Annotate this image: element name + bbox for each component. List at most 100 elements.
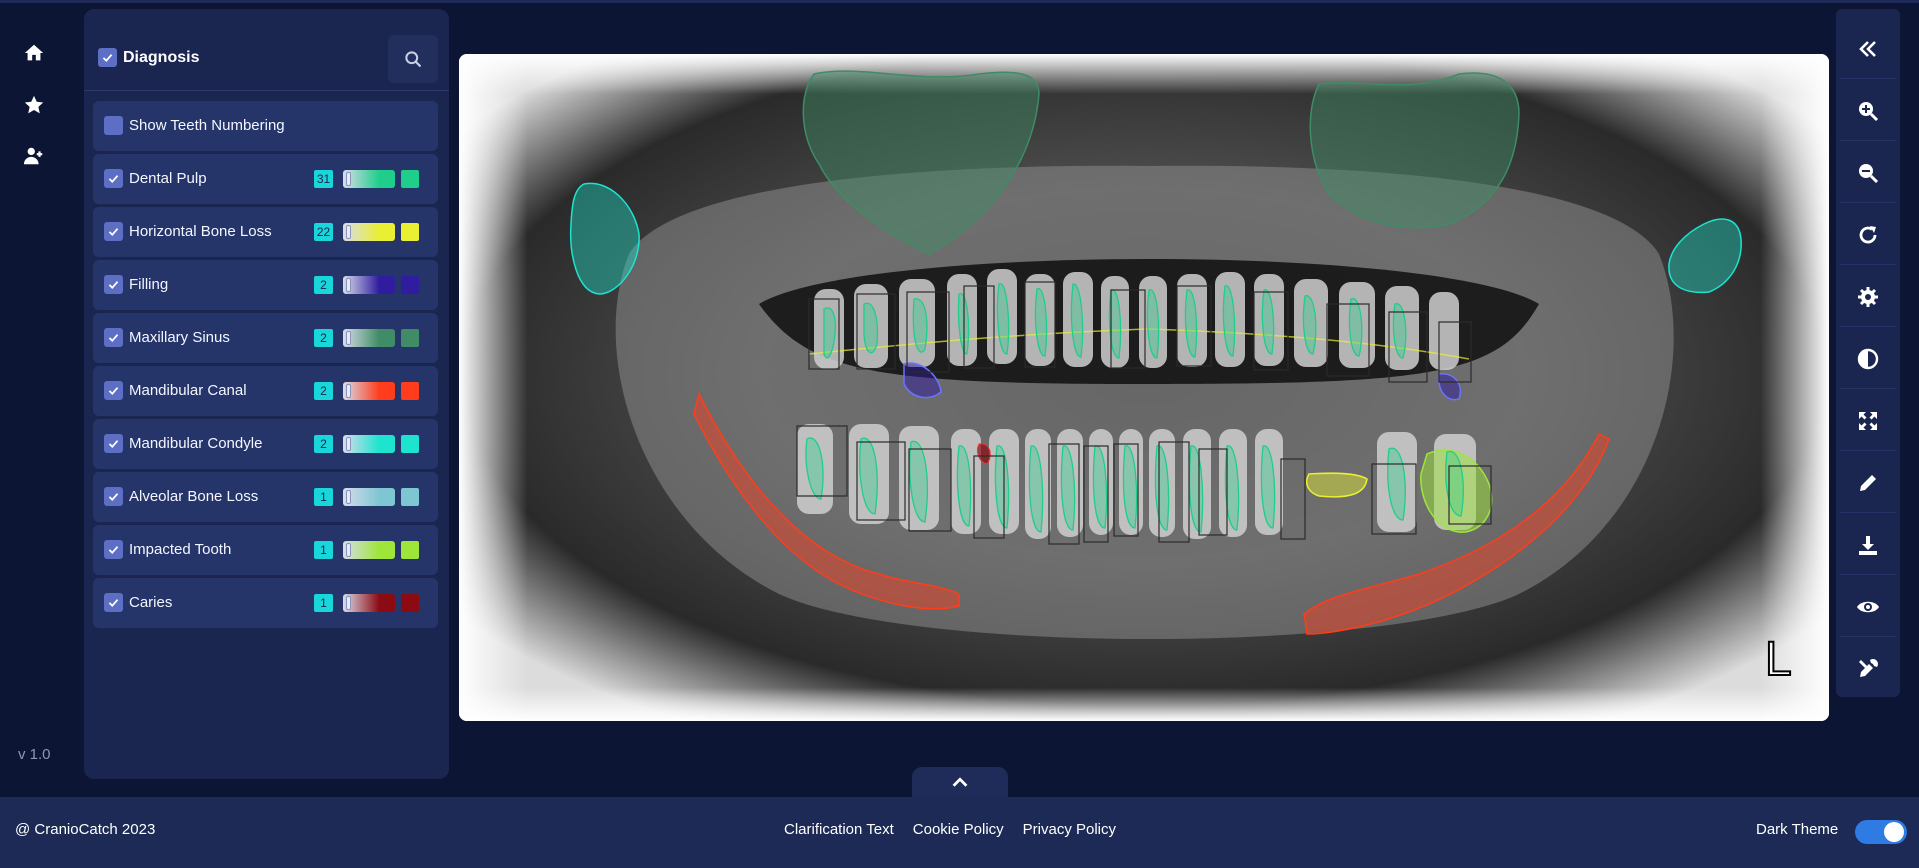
opacity-slider[interactable] bbox=[343, 541, 395, 559]
diagnosis-row-impacted-tooth[interactable]: Impacted Tooth 1 bbox=[93, 525, 438, 575]
opacity-slider[interactable] bbox=[343, 329, 395, 347]
diagnosis-checkbox[interactable] bbox=[104, 328, 123, 347]
color-swatch[interactable] bbox=[401, 276, 419, 294]
opacity-slider[interactable] bbox=[343, 276, 395, 294]
contrast-button[interactable] bbox=[1840, 329, 1896, 389]
color-swatch[interactable] bbox=[401, 541, 419, 559]
diagnosis-checkbox[interactable] bbox=[104, 169, 123, 188]
contrast-icon bbox=[1857, 348, 1879, 369]
diagnosis-checkbox[interactable] bbox=[104, 540, 123, 559]
opacity-slider[interactable] bbox=[343, 488, 395, 506]
check-icon bbox=[108, 281, 119, 290]
fit-screen-button[interactable] bbox=[1840, 391, 1896, 451]
zoom-out-button[interactable] bbox=[1840, 143, 1896, 203]
diagnosis-row-mandibular-condyle[interactable]: Mandibular Condyle 2 bbox=[93, 419, 438, 469]
diagnosis-checkbox[interactable] bbox=[104, 222, 123, 241]
edit-button[interactable] bbox=[1840, 453, 1896, 513]
opacity-slider[interactable] bbox=[343, 435, 395, 453]
version-label: v 1.0 bbox=[18, 746, 51, 763]
color-swatch[interactable] bbox=[401, 382, 419, 400]
opacity-slider[interactable] bbox=[343, 382, 395, 400]
diagnosis-row-dental-pulp[interactable]: Dental Pulp 31 bbox=[93, 154, 438, 204]
finding-count-badge: 2 bbox=[314, 382, 333, 400]
diagnosis-label: Alveolar Bone Loss bbox=[129, 488, 259, 505]
check-icon bbox=[108, 599, 119, 608]
diagnosis-row-alveolar-bone-loss[interactable]: Alveolar Bone Loss 1 bbox=[93, 472, 438, 522]
rotate-button[interactable] bbox=[1840, 205, 1896, 265]
color-swatch[interactable] bbox=[401, 223, 419, 241]
diagnosis-row-caries[interactable]: Caries 1 bbox=[93, 578, 438, 628]
color-swatch[interactable] bbox=[401, 488, 419, 506]
opacity-slider[interactable] bbox=[343, 223, 395, 241]
home-button[interactable] bbox=[19, 38, 49, 68]
color-swatch[interactable] bbox=[401, 594, 419, 612]
diagnosis-row-filling[interactable]: Filling 2 bbox=[93, 260, 438, 310]
opacity-slider[interactable] bbox=[343, 594, 395, 612]
favorites-button[interactable] bbox=[19, 90, 49, 120]
diagnosis-checkbox[interactable] bbox=[104, 275, 123, 294]
collapse-toolbar-button[interactable] bbox=[1840, 19, 1896, 79]
edit-icon bbox=[1860, 474, 1876, 491]
privacy-policy-link[interactable]: Privacy Policy bbox=[1023, 821, 1116, 838]
diagnosis-checkbox[interactable] bbox=[104, 381, 123, 400]
slider-handle[interactable] bbox=[346, 543, 351, 557]
slider-handle[interactable] bbox=[346, 331, 351, 345]
zoom-out-icon bbox=[1859, 163, 1879, 183]
star-icon bbox=[24, 95, 44, 114]
slider-handle[interactable] bbox=[346, 490, 351, 504]
diagnosis-checkbox[interactable] bbox=[104, 593, 123, 612]
expand-bottom-panel-button[interactable] bbox=[912, 767, 1008, 799]
color-swatch[interactable] bbox=[401, 435, 419, 453]
check-icon bbox=[108, 175, 119, 184]
slider-handle[interactable] bbox=[346, 596, 351, 610]
diagnosis-checkbox[interactable] bbox=[98, 48, 117, 67]
zoom-in-button[interactable] bbox=[1840, 81, 1896, 141]
finding-count-badge: 1 bbox=[314, 594, 333, 612]
settings-button[interactable] bbox=[1840, 267, 1896, 327]
cookie-policy-link[interactable]: Cookie Policy bbox=[913, 821, 1004, 838]
rotate-icon bbox=[1859, 225, 1877, 243]
dark-theme-toggle[interactable] bbox=[1855, 820, 1907, 844]
diagnosis-panel: Diagnosis Show Teeth Numbering Dental Pu… bbox=[84, 9, 449, 779]
xray-viewer[interactable]: L bbox=[459, 54, 1829, 721]
clarification-text-link[interactable]: Clarification Text bbox=[784, 821, 894, 838]
slider-handle[interactable] bbox=[346, 278, 351, 292]
footer-links: Clarification Text Cookie Policy Privacy… bbox=[784, 821, 1116, 838]
show-teeth-numbering-row[interactable]: Show Teeth Numbering bbox=[93, 101, 438, 151]
collapse-icon bbox=[1859, 40, 1876, 57]
toggle-knob bbox=[1884, 822, 1904, 842]
check-icon bbox=[108, 387, 119, 396]
show-numbering-checkbox[interactable] bbox=[104, 116, 123, 135]
diagnosis-label: Impacted Tooth bbox=[129, 541, 232, 558]
finding-count-badge: 31 bbox=[314, 170, 333, 188]
diagnosis-row-maxillary-sinus[interactable]: Maxillary Sinus 2 bbox=[93, 313, 438, 363]
dark-theme-label: Dark Theme bbox=[1756, 821, 1839, 838]
diagnosis-label: Maxillary Sinus bbox=[129, 329, 230, 346]
tools-button[interactable] bbox=[1840, 639, 1896, 699]
zoom-in-icon bbox=[1859, 101, 1879, 121]
slider-handle[interactable] bbox=[346, 437, 351, 451]
search-button[interactable] bbox=[388, 35, 438, 83]
home-icon bbox=[24, 44, 44, 61]
diagnosis-row-horizontal-bone-loss[interactable]: Horizontal Bone Loss 22 bbox=[93, 207, 438, 257]
check-icon bbox=[108, 440, 119, 449]
color-swatch[interactable] bbox=[401, 329, 419, 347]
diagnosis-checkbox[interactable] bbox=[104, 434, 123, 453]
slider-handle[interactable] bbox=[346, 384, 351, 398]
diagnosis-row-mandibular-canal[interactable]: Mandibular Canal 2 bbox=[93, 366, 438, 416]
slider-handle[interactable] bbox=[346, 225, 351, 239]
visibility-button[interactable] bbox=[1840, 577, 1896, 637]
panel-header: Diagnosis bbox=[84, 9, 449, 91]
check-icon bbox=[108, 493, 119, 502]
diagnosis-label: Caries bbox=[129, 594, 173, 611]
search-icon bbox=[405, 51, 422, 68]
diagnosis-label: Dental Pulp bbox=[129, 170, 207, 187]
diagnosis-checkbox[interactable] bbox=[104, 487, 123, 506]
add-user-button[interactable] bbox=[19, 141, 49, 171]
tools-icon bbox=[1859, 659, 1878, 677]
download-button[interactable] bbox=[1840, 515, 1896, 575]
opacity-slider[interactable] bbox=[343, 170, 395, 188]
slider-handle[interactable] bbox=[346, 172, 351, 186]
panoramic-xray-image: L bbox=[459, 54, 1829, 721]
color-swatch[interactable] bbox=[401, 170, 419, 188]
